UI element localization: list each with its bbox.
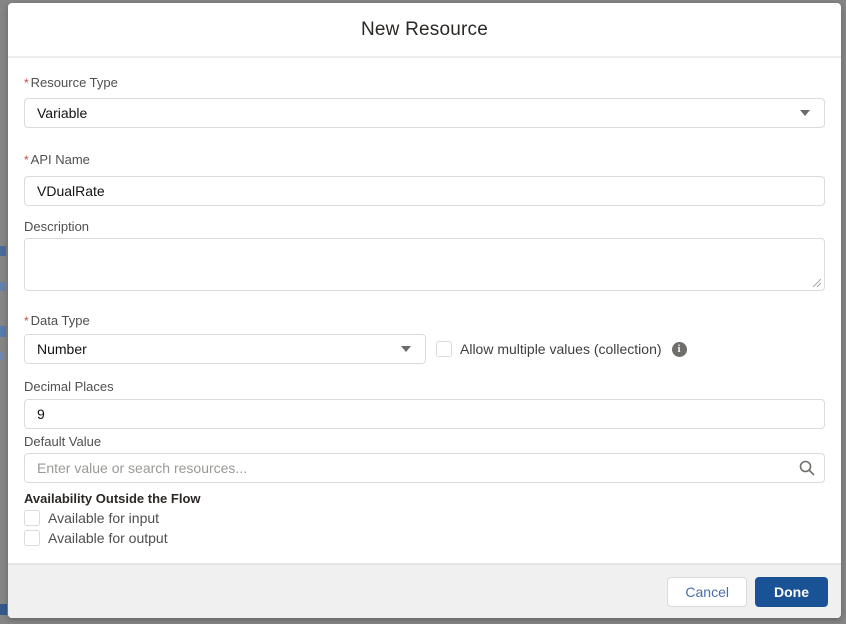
new-resource-modal: New Resource * Resource Type Variable * AP… — [8, 3, 841, 618]
cancel-button[interactable]: Cancel — [667, 576, 747, 607]
default-value-wrap — [24, 453, 825, 483]
resource-type-label-text: Resource Type — [30, 75, 118, 90]
description-label-text: Description — [24, 219, 90, 234]
data-type-row: Number Allow multiple values (collection… — [24, 334, 825, 364]
data-type-value: Number — [37, 341, 87, 357]
backdrop-artifact — [0, 246, 6, 256]
default-value-label: Default Value — [24, 434, 825, 449]
available-for-output-label: Available for output — [48, 530, 168, 546]
backdrop-artifact — [0, 326, 6, 337]
info-icon[interactable]: i — [671, 341, 687, 357]
api-name-label: * API Name — [24, 152, 825, 168]
resource-type-label: * Resource Type — [24, 75, 825, 91]
required-asterisk: * — [24, 153, 29, 167]
description-textarea-wrap — [24, 238, 825, 291]
data-type-label-text: Data Type — [30, 313, 90, 328]
available-for-output-checkbox[interactable] — [24, 530, 40, 546]
modal-title: New Resource — [360, 18, 488, 40]
modal-body: *Resource Type Variable *API Name Descri… — [8, 58, 841, 563]
description-group: Description — [24, 219, 825, 291]
allow-multiple-values-checkbox[interactable] — [436, 341, 452, 357]
default-value-input[interactable] — [24, 453, 825, 483]
resource-type-combobox[interactable]: Variable — [24, 98, 825, 128]
modal-header: New Resource — [8, 3, 841, 58]
resource-type-group: * Resource Type Variable — [24, 75, 825, 128]
modal-footer: Cancel Done — [8, 563, 841, 618]
decimal-places-group: Decimal Places — [24, 379, 825, 429]
resize-grip-icon[interactable] — [811, 277, 821, 287]
backdrop-artifact — [0, 604, 7, 615]
description-label: Description — [24, 219, 825, 234]
data-type-label: * Data Type — [24, 313, 825, 329]
chevron-down-icon — [401, 346, 411, 352]
allow-multiple-values-label: Allow multiple values (collection) — [460, 341, 662, 357]
decimal-places-input[interactable] — [24, 399, 825, 429]
available-for-output-option: Available for output — [24, 530, 825, 546]
default-value-group: Default Value — [24, 434, 825, 483]
backdrop-artifact — [0, 352, 4, 360]
available-for-input-option: Available for input — [24, 510, 825, 526]
availability-heading: Availability Outside the Flow — [24, 491, 201, 506]
api-name-group: * API Name — [24, 152, 825, 206]
done-button[interactable]: Done — [755, 576, 828, 607]
api-name-label-text: API Name — [30, 152, 90, 167]
description-textarea[interactable] — [24, 238, 825, 291]
api-name-input[interactable] — [24, 176, 825, 206]
decimal-places-label-text: Decimal Places — [24, 379, 114, 394]
chevron-down-icon — [800, 110, 810, 116]
available-for-input-checkbox[interactable] — [24, 510, 40, 526]
decimal-places-label: Decimal Places — [24, 379, 825, 394]
required-asterisk: * — [24, 76, 29, 90]
resource-type-value: Variable — [37, 105, 88, 121]
data-type-combobox[interactable]: Number — [24, 334, 426, 364]
data-type-group: * Data Type Number Allow multiple values … — [24, 313, 825, 364]
required-asterisk: * — [24, 314, 29, 328]
availability-section: Availability Outside the Flow Available … — [24, 491, 825, 546]
default-value-label-text: Default Value — [24, 434, 102, 449]
search-icon[interactable] — [799, 460, 815, 476]
backdrop-artifact — [0, 282, 5, 291]
available-for-input-label: Available for input — [48, 510, 160, 526]
